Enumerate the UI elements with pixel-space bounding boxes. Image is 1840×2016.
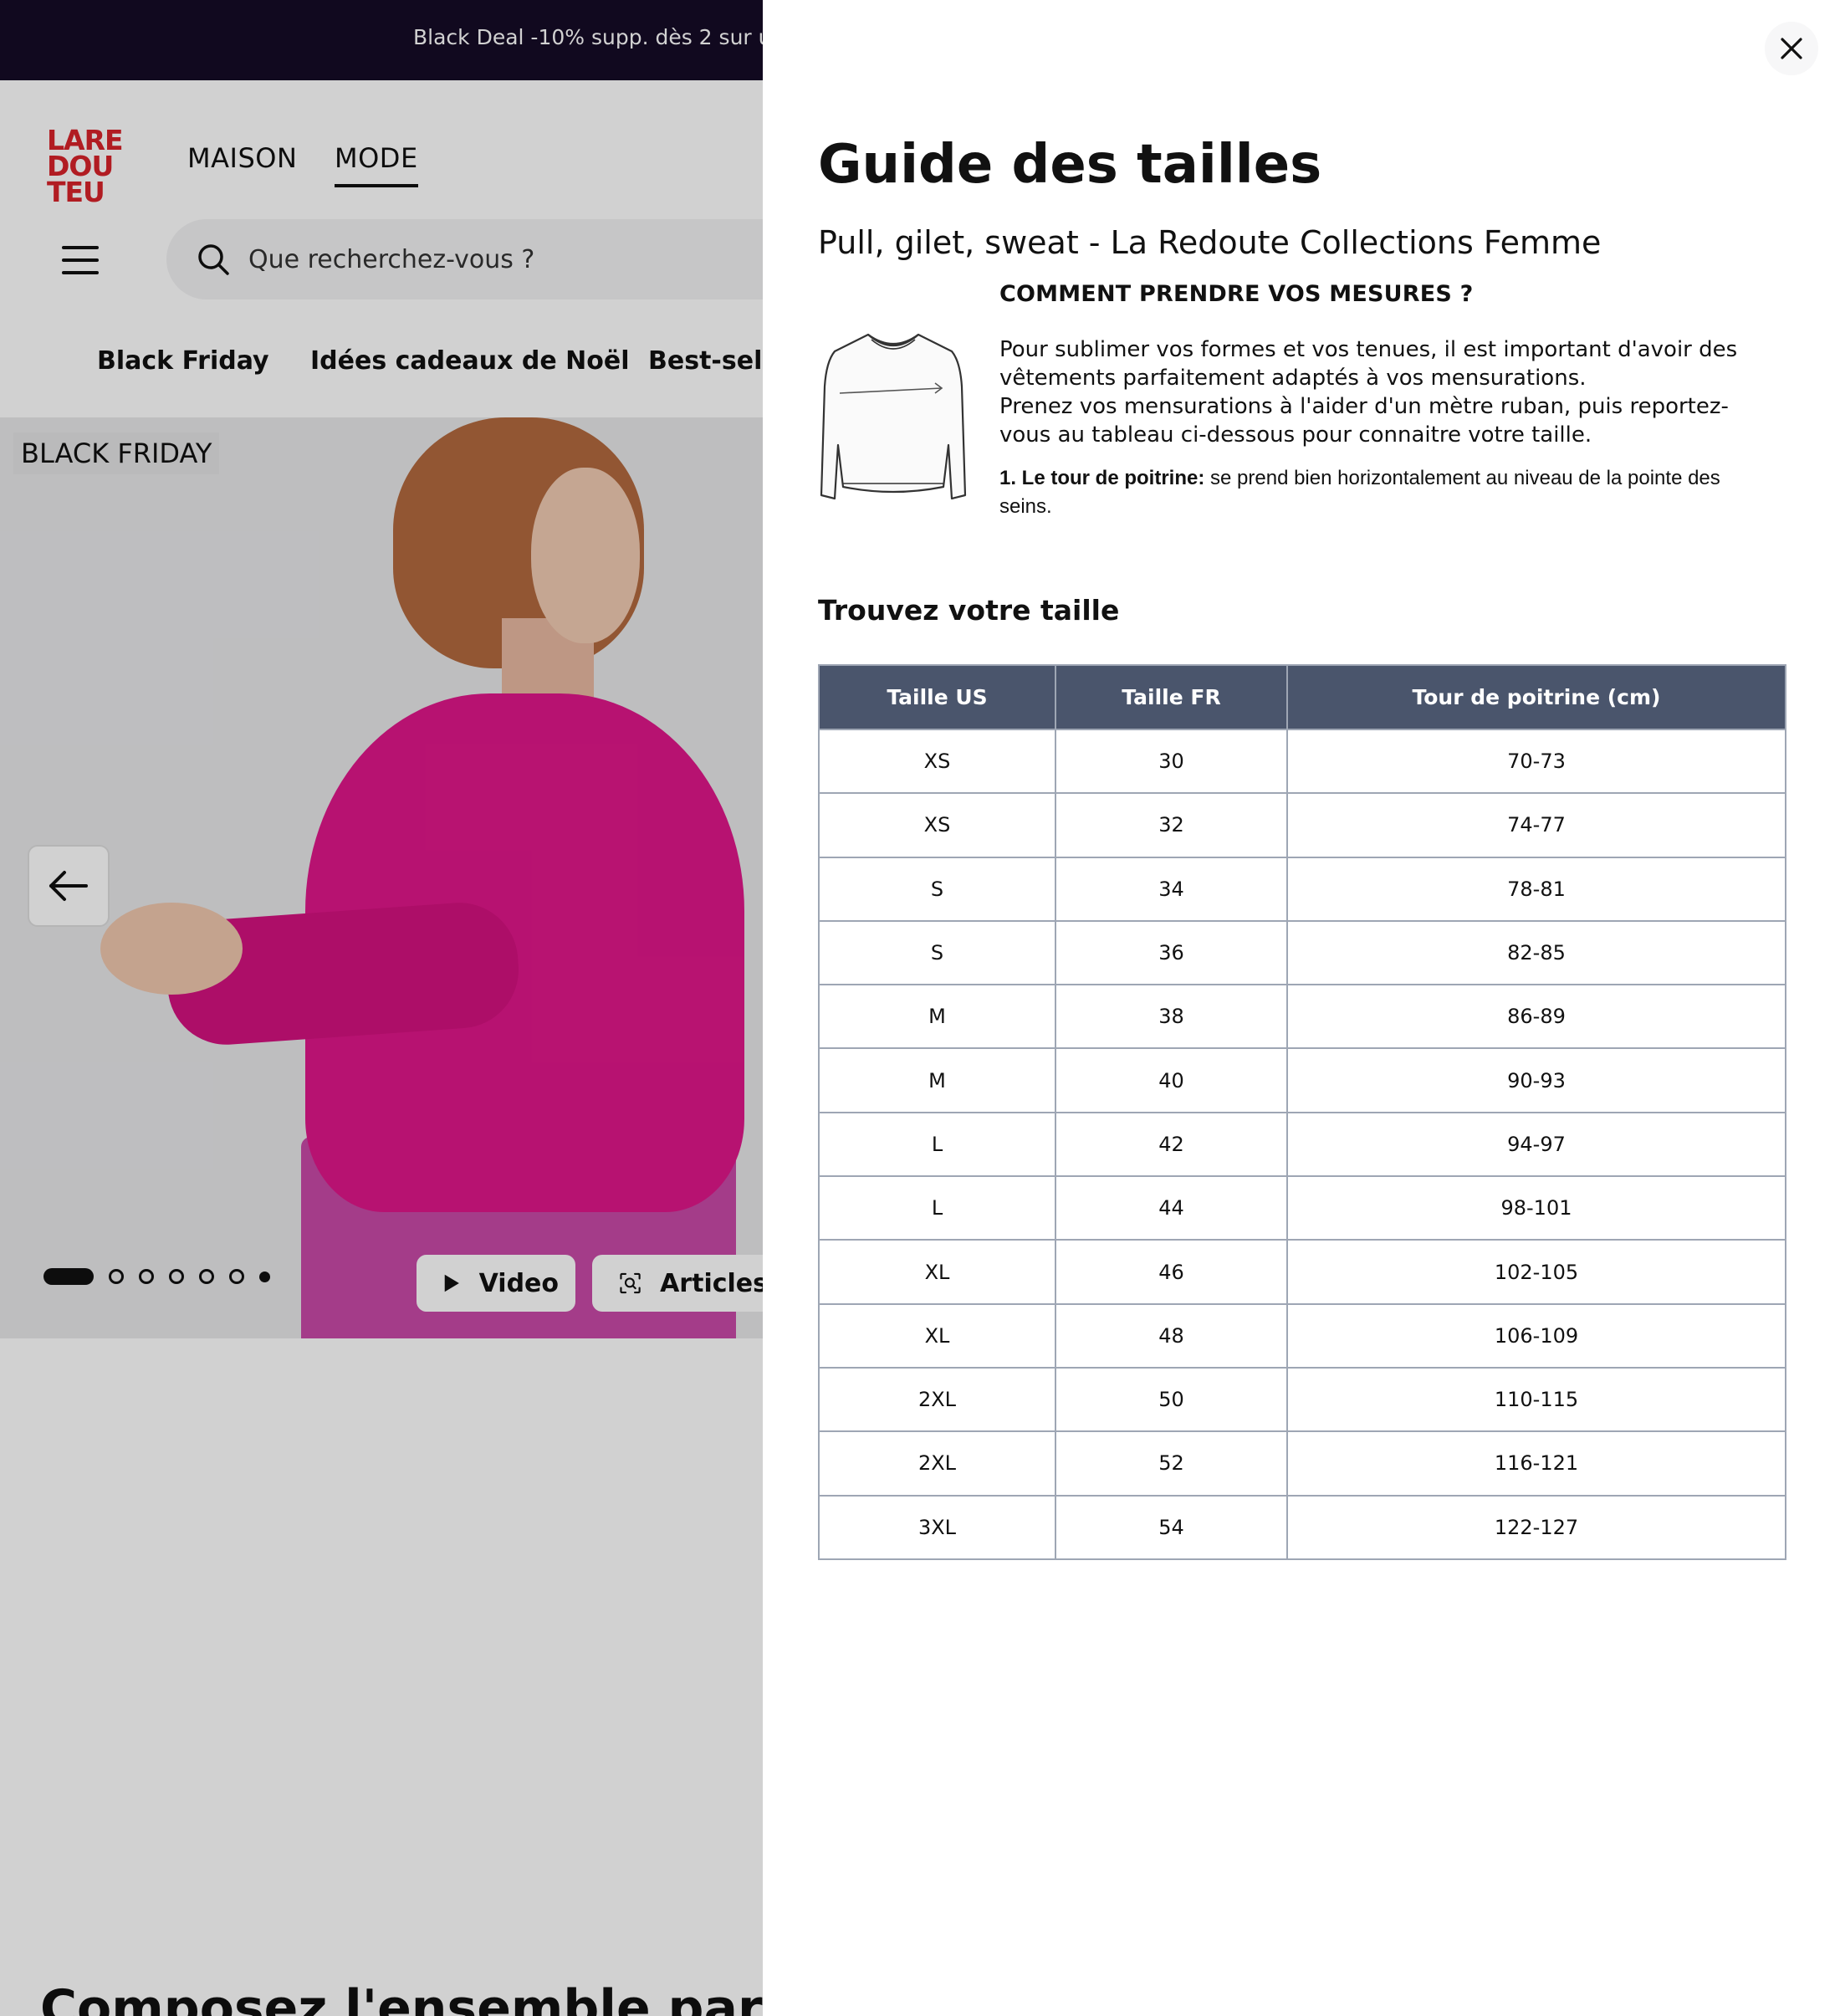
chest-cell: 98-101 <box>1286 1175 1786 1241</box>
size-fr-cell: 52 <box>1055 1430 1288 1497</box>
table-row: S 36 82-85 <box>818 919 1786 986</box>
size-fr-cell: 42 <box>1055 1111 1288 1178</box>
column-header: Taille US <box>818 664 1056 730</box>
sweater-measurement-icon <box>820 333 967 500</box>
table-row: XS 30 70-73 <box>818 728 1786 795</box>
size-fr-cell: 32 <box>1055 792 1288 858</box>
size-us-cell: S <box>818 856 1056 922</box>
size-fr-cell: 40 <box>1055 1047 1288 1113</box>
howto-text: Pour sublimer vos formes et vos tenues, … <box>999 335 1752 449</box>
chest-cell: 122-127 <box>1286 1494 1786 1560</box>
note-label: 1. Le tour de poitrine: <box>999 467 1205 489</box>
size-us-cell: XL <box>818 1239 1056 1305</box>
size-fr-cell: 36 <box>1055 919 1288 986</box>
size-table-body: XS 30 70-73 XS 32 74-77 S 34 78-81 S 36 82-85 M 38 86-… <box>818 728 1786 1560</box>
table-row: XL 48 106-109 <box>818 1302 1786 1369</box>
chest-cell: 102-105 <box>1286 1239 1786 1305</box>
size-us-cell: L <box>818 1175 1056 1241</box>
chest-cell: 94-97 <box>1286 1111 1786 1178</box>
size-fr-cell: 34 <box>1055 856 1288 922</box>
close-button[interactable] <box>1765 22 1818 75</box>
table-row: L 44 98-101 <box>818 1175 1786 1241</box>
size-us-cell: XS <box>818 728 1056 795</box>
size-us-cell: M <box>818 984 1056 1050</box>
table-row: S 34 78-81 <box>818 856 1786 922</box>
size-fr-cell: 44 <box>1055 1175 1288 1241</box>
size-guide-subtitle: Pull, gilet, sweat - La Redoute Collecti… <box>818 224 1602 261</box>
size-table-header: Taille US Taille FR Tour de poitrine (cm… <box>818 664 1786 730</box>
size-fr-cell: 46 <box>1055 1239 1288 1305</box>
chest-cell: 86-89 <box>1286 984 1786 1050</box>
chest-cell: 116-121 <box>1286 1430 1786 1497</box>
size-fr-cell: 54 <box>1055 1494 1288 1560</box>
howto-title: COMMENT PRENDRE VOS MESURES ? <box>999 281 1474 307</box>
chest-cell: 70-73 <box>1286 728 1786 795</box>
size-guide-title: Guide des tailles <box>818 134 1322 196</box>
chest-cell: 78-81 <box>1286 856 1786 922</box>
chest-cell: 74-77 <box>1286 792 1786 858</box>
chest-cell: 82-85 <box>1286 919 1786 986</box>
chest-measurement-note: 1. Le tour de poitrine: se prend bien ho… <box>999 464 1752 521</box>
find-size-title: Trouvez votre taille <box>818 594 1120 627</box>
size-fr-cell: 50 <box>1055 1366 1288 1433</box>
size-us-cell: 2XL <box>818 1366 1056 1433</box>
table-row: M 40 90-93 <box>818 1047 1786 1113</box>
size-us-cell: L <box>818 1111 1056 1178</box>
table-row: XL 46 102-105 <box>818 1239 1786 1305</box>
column-header: Taille FR <box>1055 664 1288 730</box>
measurement-instructions: COMMENT PRENDRE VOS MESURES ? Pour subli… <box>999 281 1752 521</box>
size-fr-cell: 38 <box>1055 984 1288 1050</box>
chest-cell: 106-109 <box>1286 1302 1786 1369</box>
table-row: 3XL 54 122-127 <box>818 1494 1786 1560</box>
table-row: M 38 86-89 <box>818 984 1786 1050</box>
howto-paragraph-2: Prenez vos mensurations à l'aider d'un m… <box>999 394 1729 448</box>
close-icon <box>1781 38 1802 59</box>
size-guide-drawer: Guide des tailles Pull, gilet, sweat - L… <box>763 0 1840 2016</box>
table-row: L 42 94-97 <box>818 1111 1786 1178</box>
table-row: 2XL 50 110-115 <box>818 1366 1786 1433</box>
size-us-cell: S <box>818 919 1056 986</box>
size-table: Taille US Taille FR Tour de poitrine (cm… <box>818 664 1786 1560</box>
size-fr-cell: 30 <box>1055 728 1288 795</box>
size-us-cell: 2XL <box>818 1430 1056 1497</box>
size-us-cell: M <box>818 1047 1056 1113</box>
table-row: XS 32 74-77 <box>818 792 1786 858</box>
size-us-cell: XL <box>818 1302 1056 1369</box>
table-row: 2XL 52 116-121 <box>818 1430 1786 1497</box>
size-us-cell: XS <box>818 792 1056 858</box>
size-fr-cell: 48 <box>1055 1302 1288 1369</box>
size-us-cell: 3XL <box>818 1494 1056 1560</box>
howto-paragraph-1: Pour sublimer vos formes et vos tenues, … <box>999 337 1738 391</box>
chest-cell: 90-93 <box>1286 1047 1786 1113</box>
chest-cell: 110-115 <box>1286 1366 1786 1433</box>
column-header: Tour de poitrine (cm) <box>1286 664 1786 730</box>
